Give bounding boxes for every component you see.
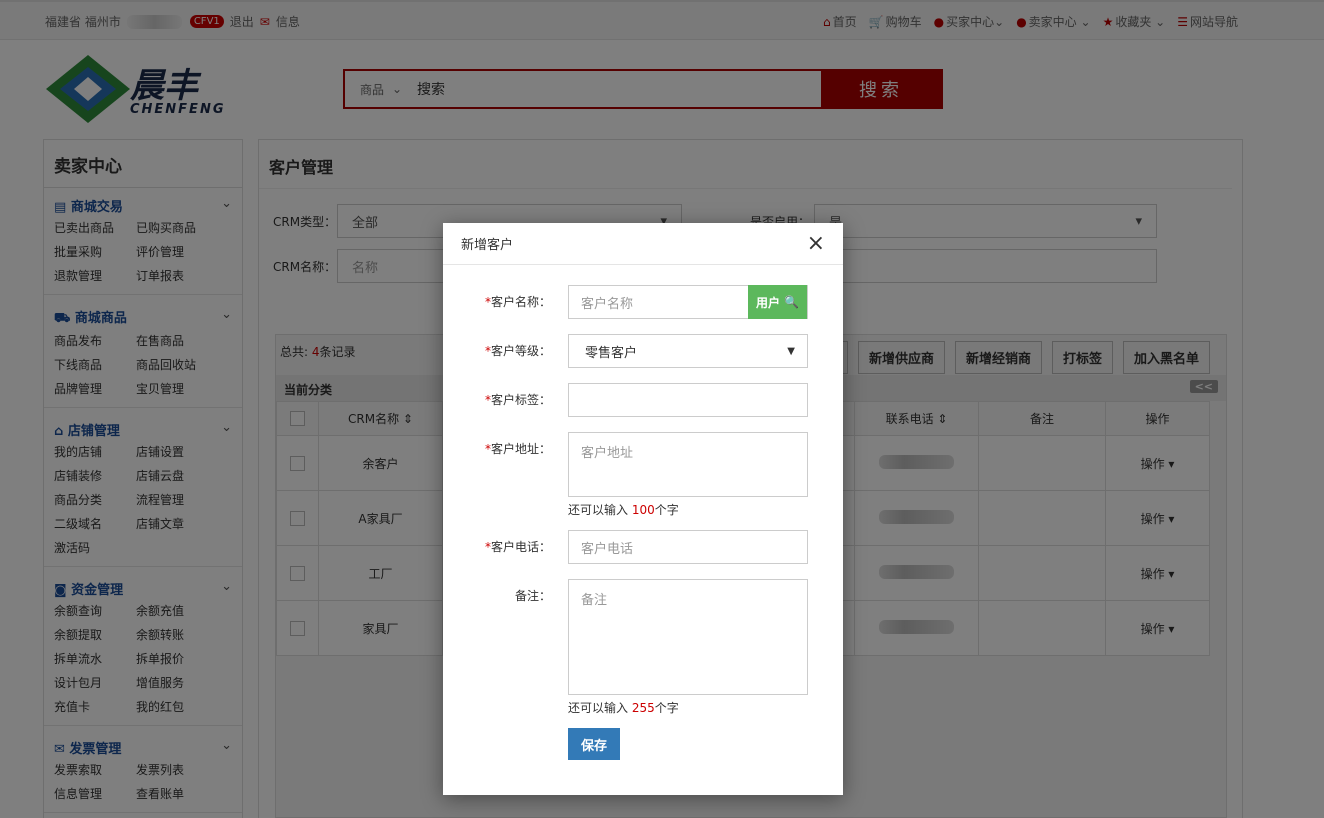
add-customer-modal: 新增客户 × *客户名称： 客户名称 用户 🔍 *客户等级： 零售客户 ▼ *客户标… (443, 223, 843, 795)
customer-address-textarea[interactable]: 客户地址 (568, 432, 808, 497)
customer-phone-label: *客户电话： (484, 540, 551, 554)
customer-tag-label: *客户标签： (484, 393, 551, 407)
modal-title: 新增客户 (461, 238, 514, 253)
search-icon: 🔍 (784, 295, 799, 309)
address-char-hint: 还可以输入 100个字 (568, 503, 679, 517)
remark-textarea[interactable]: 备注 (568, 579, 808, 695)
remark-char-hint: 还可以输入 255个字 (568, 701, 679, 715)
customer-level-label: *客户等级： (484, 344, 551, 358)
close-icon[interactable]: × (807, 231, 825, 256)
customer-phone-input[interactable]: 客户电话 (568, 530, 808, 564)
modal-header: 新增客户 × (443, 223, 843, 265)
customer-level-value: 零售客户 (585, 345, 638, 361)
user-lookup-button[interactable]: 用户 🔍 (748, 285, 807, 319)
caret-down-icon: ▼ (787, 345, 795, 357)
customer-tag-input[interactable] (568, 383, 808, 417)
customer-address-label: *客户地址： (484, 442, 551, 456)
customer-level-select[interactable]: 零售客户 ▼ (568, 334, 808, 368)
save-button[interactable]: 保存 (568, 728, 620, 760)
customer-name-label: *客户名称： (484, 295, 551, 309)
customer-name-placeholder: 客户名称 (581, 296, 634, 312)
remark-label: 备注： (514, 589, 551, 603)
customer-name-input[interactable]: 客户名称 用户 🔍 (568, 285, 808, 319)
